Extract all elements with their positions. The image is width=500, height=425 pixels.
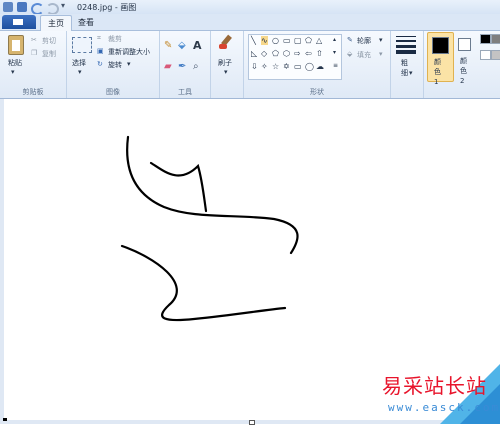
triangle-shape-icon[interactable]: △ bbox=[316, 36, 322, 45]
select-dropdown-icon[interactable]: ▾ bbox=[78, 68, 82, 76]
shapes-more-icon[interactable]: ≡ bbox=[333, 62, 338, 69]
paste-dropdown-icon[interactable]: ▾ bbox=[11, 68, 15, 76]
image-group-label: 图像 bbox=[106, 88, 120, 96]
down-arrow-shape-icon[interactable]: ⇩ bbox=[251, 62, 258, 71]
select-button[interactable]: 选择 bbox=[72, 58, 86, 68]
title-bar: ▾ 0248.jpg - 画图 bbox=[0, 0, 500, 15]
color1-swatch bbox=[432, 37, 449, 54]
color1-button[interactable]: 颜色 1 bbox=[427, 32, 454, 86]
stroke-lower-curve bbox=[120, 244, 287, 322]
size-button[interactable]: 粗细 bbox=[401, 58, 409, 78]
left-arrow-shape-icon[interactable]: ⇦ bbox=[305, 49, 312, 58]
brush-icon[interactable] bbox=[218, 34, 236, 51]
stroke-upper-curve bbox=[126, 135, 299, 255]
hexagon-shape-icon[interactable]: ⬡ bbox=[283, 49, 290, 58]
shapes-group: ╲ ∿ ○ ▭ ▢ ⬠ △ ◺ ◇ ⬠ ⬡ ⇨ ⇦ ⇧ ⇩ ✧ ☆ ✡ ▭ ◯ … bbox=[244, 31, 391, 98]
watermark: 易采站长站 www.easck.com bbox=[358, 352, 500, 424]
paint-app-icon[interactable] bbox=[3, 2, 13, 12]
eraser-icon[interactable]: ▰ bbox=[164, 61, 172, 72]
callout-rectangle-shape-icon[interactable]: ▭ bbox=[294, 62, 302, 71]
image-group: 选择 ▾ ⌗ 裁剪 ▣ 重新调整大小 ↻ 旋转 ▾ 图像 bbox=[67, 31, 160, 98]
right-arrow-shape-icon[interactable]: ⇨ bbox=[294, 49, 301, 58]
four-point-star-shape-icon[interactable]: ✧ bbox=[261, 62, 268, 71]
outline-button[interactable]: 轮廓 bbox=[357, 36, 371, 46]
palette-color-2[interactable] bbox=[491, 34, 500, 44]
curve-shape-icon[interactable]: ∿ bbox=[261, 36, 268, 45]
watermark-text: 易采站长站 bbox=[382, 374, 487, 398]
line-thickness-icon[interactable] bbox=[396, 36, 416, 54]
resize-icon: ▣ bbox=[97, 47, 104, 55]
shapes-group-label: 形状 bbox=[310, 88, 324, 96]
crop-icon: ⌗ bbox=[97, 34, 101, 42]
text-tool-icon[interactable]: A bbox=[193, 39, 202, 52]
paint-menu-button[interactable] bbox=[2, 15, 36, 29]
fill-dropdown-icon[interactable]: ▾ bbox=[379, 50, 383, 58]
fill-icon: ⬙ bbox=[347, 50, 353, 58]
brushes-group: 刷子 ▾ bbox=[211, 31, 244, 98]
canvas-resize-handle-left[interactable] bbox=[3, 418, 7, 421]
palette-color-4[interactable] bbox=[491, 50, 500, 60]
clipboard-group: 粘贴 ▾ ✂ 剪切 ❐ 复制 剪贴板 bbox=[0, 31, 67, 98]
ribbon: 粘贴 ▾ ✂ 剪切 ❐ 复制 剪贴板 选择 ▾ ⌗ 裁剪 ▣ 重新调整大小 ↻ … bbox=[0, 31, 500, 99]
polygon-shape-icon[interactable]: ⬠ bbox=[305, 36, 312, 45]
palette-color-3[interactable] bbox=[480, 50, 491, 60]
right-triangle-shape-icon[interactable]: ◺ bbox=[251, 49, 257, 58]
color-picker-icon[interactable]: ✒ bbox=[178, 61, 186, 72]
outline-icon: ✎ bbox=[347, 36, 353, 44]
outline-dropdown-icon[interactable]: ▾ bbox=[379, 36, 383, 44]
size-group: 粗细 ▾ bbox=[391, 31, 424, 98]
rotate-button[interactable]: 旋转 bbox=[108, 60, 122, 70]
canvas-resize-handle-bottom[interactable] bbox=[249, 420, 255, 425]
rotate-icon: ↻ bbox=[97, 60, 103, 68]
pencil-icon[interactable]: ✎ bbox=[164, 40, 172, 51]
resize-button[interactable]: 重新调整大小 bbox=[108, 47, 150, 57]
scissors-icon: ✂ bbox=[31, 36, 37, 44]
cloud-callout-shape-icon[interactable]: ☁ bbox=[316, 62, 324, 71]
clipboard-group-label: 剪贴板 bbox=[22, 88, 44, 96]
tab-view[interactable]: 查看 bbox=[74, 15, 98, 30]
tools-group: ✎ ⬙ A ▰ ✒ ⌕ 工具 bbox=[160, 31, 211, 98]
color1-label: 颜色 1 bbox=[434, 58, 441, 86]
rotate-dropdown-icon[interactable]: ▾ bbox=[127, 60, 131, 68]
five-point-star-shape-icon[interactable]: ☆ bbox=[272, 62, 279, 71]
shapes-gallery[interactable]: ╲ ∿ ○ ▭ ▢ ⬠ △ ◺ ◇ ⬠ ⬡ ⇨ ⇦ ⇧ ⇩ ✧ ☆ ✡ ▭ ◯ … bbox=[248, 34, 342, 80]
palette-color-1[interactable] bbox=[480, 34, 491, 44]
up-arrow-shape-icon[interactable]: ⇧ bbox=[316, 49, 323, 58]
select-icon[interactable] bbox=[72, 37, 92, 53]
tab-home[interactable]: 主页 bbox=[40, 15, 72, 31]
brushes-button[interactable]: 刷子 bbox=[218, 58, 232, 68]
copy-icon: ❐ bbox=[31, 49, 38, 57]
shapes-scroll-up-icon[interactable]: ▴ bbox=[333, 36, 336, 43]
color2-label: 颜色 2 bbox=[460, 57, 467, 85]
paste-button[interactable]: 粘贴 bbox=[8, 58, 22, 68]
paste-icon[interactable] bbox=[8, 35, 24, 55]
magnifier-icon[interactable]: ⌕ bbox=[193, 61, 199, 72]
six-point-star-shape-icon[interactable]: ✡ bbox=[283, 62, 290, 71]
shapes-scroll-down-icon[interactable]: ▾ bbox=[333, 49, 336, 56]
fill-bucket-icon[interactable]: ⬙ bbox=[178, 40, 186, 51]
brushes-dropdown-icon[interactable]: ▾ bbox=[224, 68, 228, 76]
ribbon-tab-bar: 主页 查看 bbox=[0, 14, 500, 31]
customize-quick-access-icon[interactable]: ▾ bbox=[61, 1, 71, 11]
window-title: 0248.jpg - 画图 bbox=[77, 3, 137, 12]
line-shape-icon[interactable]: ╲ bbox=[251, 36, 256, 45]
oval-shape-icon[interactable]: ○ bbox=[272, 36, 279, 45]
diamond-shape-icon[interactable]: ◇ bbox=[261, 49, 267, 58]
colors-group: 颜色 1 颜色 2 bbox=[424, 31, 500, 98]
paint-menu-icon bbox=[13, 19, 23, 25]
cut-button[interactable]: 剪切 bbox=[42, 36, 56, 46]
save-icon[interactable] bbox=[17, 2, 27, 12]
size-dropdown-icon[interactable]: ▾ bbox=[409, 69, 413, 77]
tools-group-label: 工具 bbox=[178, 88, 192, 96]
color2-swatch bbox=[458, 38, 471, 51]
color2-button[interactable]: 颜色 2 bbox=[456, 32, 476, 85]
watermark-url: www.easck.com bbox=[388, 401, 500, 414]
fill-button[interactable]: 填充 bbox=[357, 50, 371, 60]
callout-oval-shape-icon[interactable]: ◯ bbox=[305, 62, 314, 71]
crop-button[interactable]: 裁剪 bbox=[108, 34, 122, 44]
rectangle-shape-icon[interactable]: ▭ bbox=[283, 36, 291, 45]
copy-button[interactable]: 复制 bbox=[42, 49, 56, 59]
rounded-rectangle-shape-icon[interactable]: ▢ bbox=[294, 36, 302, 45]
pentagon-shape-icon[interactable]: ⬠ bbox=[272, 49, 279, 58]
